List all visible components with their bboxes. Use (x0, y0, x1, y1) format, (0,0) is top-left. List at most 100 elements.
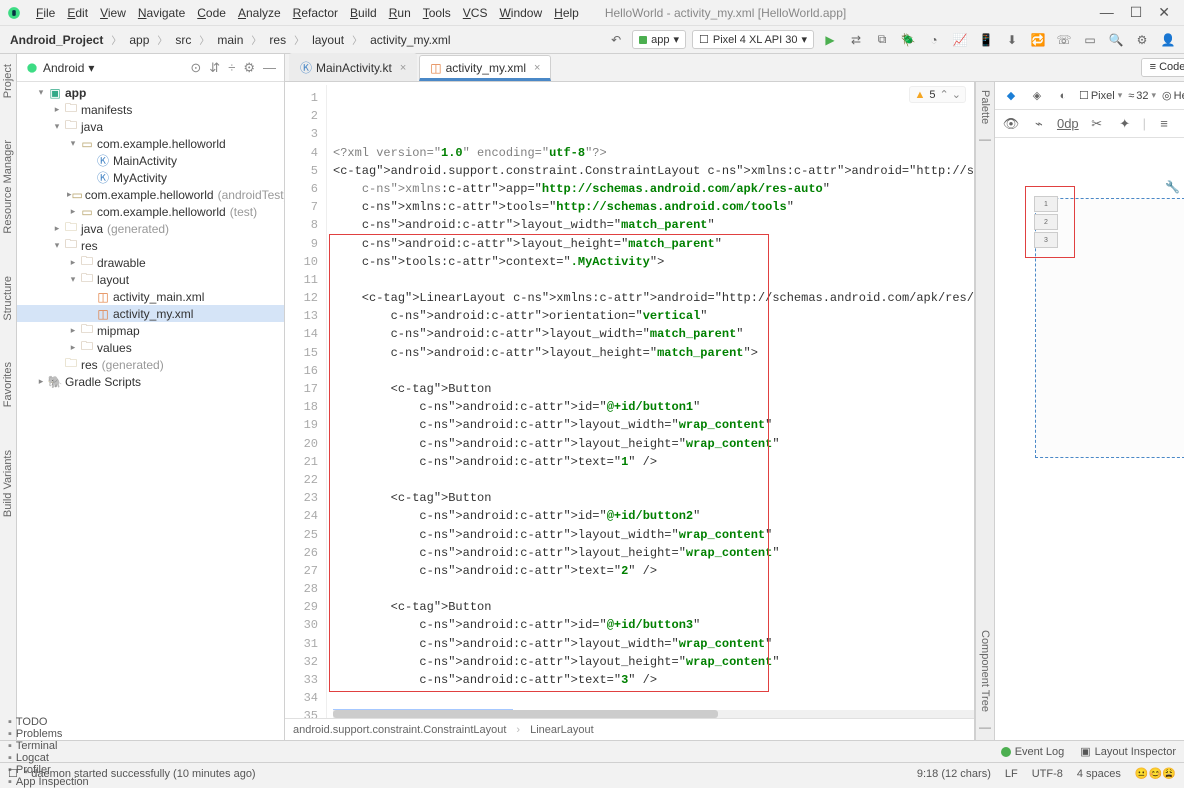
code-lines[interactable]: <?xml version="1.0" encoding="utf-8"?><c… (327, 85, 974, 718)
tree-node[interactable]: ▾🗀layout (17, 271, 284, 288)
sync-icon[interactable]: 🔁 (1028, 30, 1048, 50)
coverage-icon[interactable]: ◔ (924, 30, 944, 50)
code-line[interactable]: c-ns">tools:c-attr">context=".MyActivity… (333, 253, 974, 271)
code-line[interactable]: <c-tag">android.support.constraint.Const… (333, 162, 974, 180)
align-icon[interactable]: ≡ (1154, 114, 1174, 134)
surface-select-icon[interactable]: ◆ (1001, 86, 1021, 106)
status-icon[interactable]: ☐ (8, 767, 18, 780)
tree-node[interactable]: ▸🗀manifests (17, 101, 284, 118)
breadcrumb-item[interactable]: main (213, 32, 247, 48)
tree-node[interactable]: ▾🗀res (17, 237, 284, 254)
code-line[interactable]: c-ns">android:c-attr">layout_height="wra… (333, 544, 974, 562)
caret-position[interactable]: 9:18 (12 chars) (917, 768, 991, 780)
menu-tools[interactable]: Tools (417, 4, 457, 22)
tree-node[interactable]: ▸🗀java(generated) (17, 220, 284, 237)
structure-breadcrumb[interactable]: android.support.constraint.ConstraintLay… (285, 718, 974, 740)
code-line[interactable] (333, 580, 974, 598)
code-line[interactable]: <c-tag">Button (333, 489, 974, 507)
left-rail-project[interactable]: Project (0, 58, 16, 104)
expand-all-icon[interactable]: ⇵ (209, 60, 220, 76)
orientation-icon[interactable]: ◈ (1027, 86, 1047, 106)
tree-node[interactable]: 🗀res(generated) (17, 356, 284, 373)
code-line[interactable]: <?xml version="1.0" encoding="utf-8"?> (333, 144, 974, 162)
tree-node[interactable]: ▾🗀java (17, 118, 284, 135)
menu-analyze[interactable]: Analyze (232, 4, 287, 22)
tree-node[interactable]: ▸▭com.example.helloworld(test) (17, 203, 284, 220)
code-line[interactable]: c-ns">android:c-attr">text="3" /> (333, 671, 974, 689)
view-mode-toggle[interactable]: ≡ Code▥ Split▦ Design (1141, 58, 1184, 77)
search-icon[interactable]: 🔍 (1106, 30, 1126, 50)
apply-changes-icon[interactable]: ⇄ (846, 30, 866, 50)
code-line[interactable]: c-ns">android:c-attr">orientation="verti… (333, 307, 974, 325)
hide-tool-icon[interactable]: — (263, 60, 276, 76)
code-line[interactable]: c-ns">android:c-attr">layout_height="mat… (333, 235, 974, 253)
menu-build[interactable]: Build (344, 4, 383, 22)
mode-code[interactable]: ≡ Code (1142, 59, 1184, 76)
settings-icon[interactable]: ⚙ (1132, 30, 1152, 50)
bottom-tab-problems[interactable]: ▪ Problems (8, 728, 89, 740)
breadcrumb-item[interactable]: app (125, 32, 153, 48)
breadcrumb-item[interactable]: activity_my.xml (366, 32, 454, 48)
menu-view[interactable]: View (94, 4, 132, 22)
tree-node[interactable]: ⓀMainActivity (17, 152, 284, 169)
breadcrumb[interactable]: Android_Project〉app〉src〉main〉res〉layout〉… (6, 32, 455, 48)
minimize-button[interactable]: — (1100, 4, 1114, 21)
file-encoding[interactable]: UTF-8 (1032, 768, 1063, 780)
profile-icon[interactable]: 📈 (950, 30, 970, 50)
code-line[interactable]: c-ns">android:c-attr">layout_width="wrap… (333, 635, 974, 653)
default-margin[interactable]: 0dp (1057, 116, 1079, 131)
bottom-tab-logcat[interactable]: ▪ Logcat (8, 752, 89, 764)
project-view-dropdown[interactable]: Android ▾ (25, 61, 94, 75)
debug-icon[interactable]: 🪲 (898, 30, 918, 50)
tree-node[interactable]: ▾▣app (17, 84, 284, 101)
close-tab-icon[interactable]: × (534, 62, 540, 74)
attach-debugger-icon[interactable]: ⧉ (872, 30, 892, 50)
horizontal-scrollbar[interactable] (333, 710, 974, 718)
menu-refactor[interactable]: Refactor (287, 4, 344, 22)
wrench-icon[interactable]: 🔧 (1165, 180, 1180, 194)
run-button[interactable]: ▶ (820, 30, 840, 50)
avd-manager-icon[interactable]: 📱 (976, 30, 996, 50)
tree-node[interactable]: ⓀMyActivity (17, 169, 284, 186)
user-icon[interactable]: 👤 (1158, 30, 1178, 50)
code-line[interactable]: c-ns">android:c-attr">layout_width="wrap… (333, 416, 974, 434)
code-line[interactable] (333, 471, 974, 489)
magnet-icon[interactable]: ⌁ (1029, 114, 1049, 134)
tree-node[interactable]: ▾▭com.example.helloworld (17, 135, 284, 152)
line-gutter[interactable]: 1234567891011121314151617181920212223242… (285, 85, 327, 718)
code-line[interactable]: c-ns">android:c-attr">text="1" /> (333, 453, 974, 471)
design-canvas[interactable]: 1 2 3 🔧 ◢ ✋ (995, 138, 1184, 740)
code-line[interactable]: c-ns">android:c-attr">layout_width="wrap… (333, 526, 974, 544)
run-config-dropdown[interactable]: app ▾ (632, 30, 686, 49)
breadcrumb-item[interactable]: src (171, 32, 195, 48)
line-separator[interactable]: LF (1005, 768, 1018, 780)
menu-window[interactable]: Window (493, 4, 548, 22)
code-line[interactable]: <c-tag">Button (333, 380, 974, 398)
tree-node[interactable]: ▸🗀drawable (17, 254, 284, 271)
clear-constraints-icon[interactable]: ✂ (1087, 114, 1107, 134)
device-icon[interactable]: ▭ (1080, 30, 1100, 50)
tree-node[interactable]: ▸▭com.example.helloworld(androidTest) (17, 186, 284, 203)
collapse-all-icon[interactable]: ÷ (228, 60, 235, 76)
tree-node[interactable]: ◫activity_main.xml (17, 288, 284, 305)
code-line[interactable]: c-ns">android:c-attr">id="@+id/button3" (333, 616, 974, 634)
device-dropdown[interactable]: ☐ Pixel 4 XL API 30 ▾ (692, 30, 814, 49)
left-rail-structure[interactable]: Structure (0, 270, 16, 327)
code-line[interactable]: <c-tag">LinearLayout c-ns">xmlns:c-attr"… (333, 289, 974, 307)
code-line[interactable]: c-ns">xmlns:c-attr">app="http://schemas.… (333, 180, 974, 198)
code-line[interactable]: c-ns">android:c-attr">id="@+id/button1" (333, 398, 974, 416)
tree-node[interactable]: ▸🐘Gradle Scripts (17, 373, 284, 390)
maximize-button[interactable]: ☐ (1130, 4, 1143, 21)
palette-rail[interactable]: Palette — Component Tree — (975, 82, 995, 740)
breadcrumb-item[interactable]: layout (308, 32, 348, 48)
layout-inspector-tab[interactable]: ▣ Layout Inspector (1080, 745, 1176, 758)
left-rail-resource-manager[interactable]: Resource Manager (0, 134, 16, 240)
menu-navigate[interactable]: Navigate (132, 4, 191, 22)
menu-file[interactable]: File (30, 4, 61, 22)
code-line[interactable] (333, 362, 974, 380)
menu-code[interactable]: Code (191, 4, 232, 22)
device-type-dropdown[interactable]: ☐ Pixel (1079, 89, 1122, 102)
left-rail-build-variants[interactable]: Build Variants (0, 444, 16, 523)
code-line[interactable] (333, 689, 974, 707)
left-rail-favorites[interactable]: Favorites (0, 356, 16, 413)
